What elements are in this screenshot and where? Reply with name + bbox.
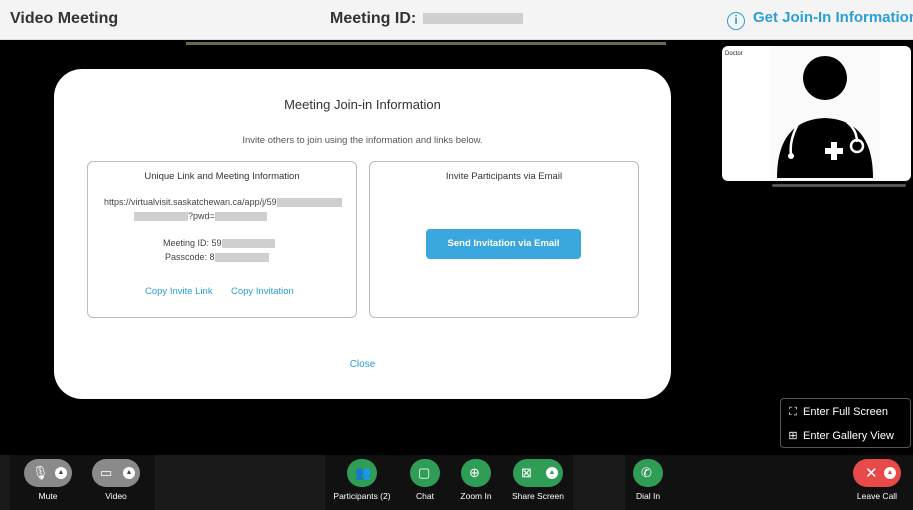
call-toolbar: 🎙 ▲ Mute ▭ ▲ Video 👥 Participants (2) ▢ Ch… (0, 455, 913, 510)
meeting-id-label: Meeting ID: (330, 10, 417, 27)
video-pill: ▭ ▲ (92, 459, 140, 487)
enter-full-screen-option[interactable]: ⛶ Enter Full Screen (787, 406, 888, 419)
close-icon: ✕ (865, 465, 878, 482)
dial-in-button[interactable]: ✆ Dial In (633, 459, 663, 501)
participants-label: Participants (2) (333, 491, 391, 501)
share-screen-icon: ⊠ (521, 465, 532, 480)
mute-button[interactable]: 🎙 ▲ Mute (24, 459, 72, 501)
mute-label: Mute (38, 491, 58, 501)
dial-in-label: Dial In (635, 491, 661, 501)
redacted-text (134, 212, 188, 222)
redacted-text (214, 253, 269, 263)
phone-icon: ✆ (641, 465, 652, 480)
invite-link-text: https://virtualvisit.saskatchewan.ca/app… (104, 197, 277, 207)
zoom-in-pill: ⊕ (461, 459, 491, 487)
gallery-icon: ⊞ (788, 430, 798, 442)
chevron-up-icon[interactable]: ▲ (55, 467, 67, 479)
screen-mode-menu: ⛶ Enter Full Screen ⊞ Enter Gallery View (780, 398, 911, 448)
doctor-avatar-icon (777, 56, 873, 178)
dialog-subtitle: Invite others to join using the informat… (242, 135, 483, 146)
redacted-text (221, 239, 275, 249)
close-button[interactable]: Close (54, 359, 671, 370)
passcode-text: Passcode: 8 (165, 252, 215, 262)
redacted-text (214, 212, 267, 222)
meeting-id-display: Meeting ID: (330, 10, 523, 28)
chat-button[interactable]: ▢ Chat (410, 459, 440, 501)
full-screen-label: Enter Full Screen (803, 406, 888, 418)
self-view-scrollbar[interactable] (772, 184, 906, 187)
meeting-id-line: Meeting ID: 59 (163, 238, 275, 249)
get-join-info-link[interactable]: i Get Join-In Information (727, 9, 913, 30)
participant-name-label: Doctor (725, 51, 743, 57)
zoom-in-icon: ⊕ (469, 465, 480, 480)
email-invite-panel: Invite Participants via Email Send Invit… (369, 161, 639, 318)
chat-icon: ▢ (418, 465, 431, 480)
video-label: Video (105, 491, 127, 501)
copy-invite-link-button[interactable]: Copy Invite Link (145, 286, 213, 297)
camera-icon: ▭ (100, 465, 113, 480)
send-invitation-button[interactable]: Send Invitation via Email (426, 229, 581, 259)
invite-link-line1: https://virtualvisit.saskatchewan.ca/app… (104, 197, 342, 208)
participants-pill: 👥 (347, 459, 377, 487)
zoom-in-button[interactable]: ⊕ Zoom In (459, 459, 493, 501)
app-title: Video Meeting (10, 10, 119, 27)
zoom-in-label: Zoom In (460, 491, 492, 501)
redacted-text (276, 198, 342, 208)
video-top-strip (186, 42, 666, 45)
leave-call-button[interactable]: ✕ ▲ Leave Call (853, 459, 901, 501)
invite-link-pwd: ?pwd= (188, 211, 215, 221)
link-info-title: Unique Link and Meeting Information (144, 171, 300, 182)
gallery-view-label: Enter Gallery View (803, 430, 894, 442)
mute-pill: 🎙 ▲ (24, 459, 72, 487)
dial-in-pill: ✆ (633, 459, 663, 487)
get-join-info-label: Get Join-In Information (753, 9, 913, 26)
meeting-id-redacted (422, 13, 523, 25)
leave-call-label: Leave Call (856, 491, 898, 501)
self-view-tile[interactable]: Doctor (722, 46, 911, 181)
top-bar: Video Meeting Meeting ID: i Get Join-In I… (0, 0, 913, 40)
chevron-up-icon[interactable]: ▲ (884, 467, 896, 479)
enter-gallery-view-option[interactable]: ⊞ Enter Gallery View (787, 429, 894, 442)
join-info-dialog: Meeting Join-in Information Invite other… (54, 69, 671, 399)
invite-link-line2: ?pwd= (134, 211, 267, 222)
video-button[interactable]: ▭ ▲ Video (92, 459, 140, 501)
share-screen-button[interactable]: ⊠ ▲ Share Screen (511, 459, 565, 501)
leave-call-pill: ✕ ▲ (853, 459, 901, 487)
info-icon: i (727, 12, 745, 30)
chat-pill: ▢ (410, 459, 440, 487)
meeting-id-text: Meeting ID: 59 (163, 238, 222, 248)
participants-button[interactable]: 👥 Participants (2) (330, 459, 394, 501)
copy-invitation-button[interactable]: Copy Invitation (231, 286, 294, 297)
chevron-up-icon[interactable]: ▲ (123, 467, 135, 479)
email-invite-title: Invite Participants via Email (445, 171, 563, 182)
link-info-panel: Unique Link and Meeting Information http… (87, 161, 357, 318)
participants-icon: 👥 (355, 465, 372, 480)
dialog-title: Meeting Join-in Information (284, 97, 441, 112)
share-screen-pill: ⊠ ▲ (513, 459, 563, 487)
share-screen-label: Share Screen (512, 491, 564, 501)
fullscreen-icon: ⛶ (789, 406, 797, 418)
passcode-line: Passcode: 8 (165, 252, 269, 263)
chevron-up-icon[interactable]: ▲ (546, 467, 558, 479)
microphone-icon: 🎙 (32, 465, 49, 480)
chat-label: Chat (416, 491, 434, 501)
